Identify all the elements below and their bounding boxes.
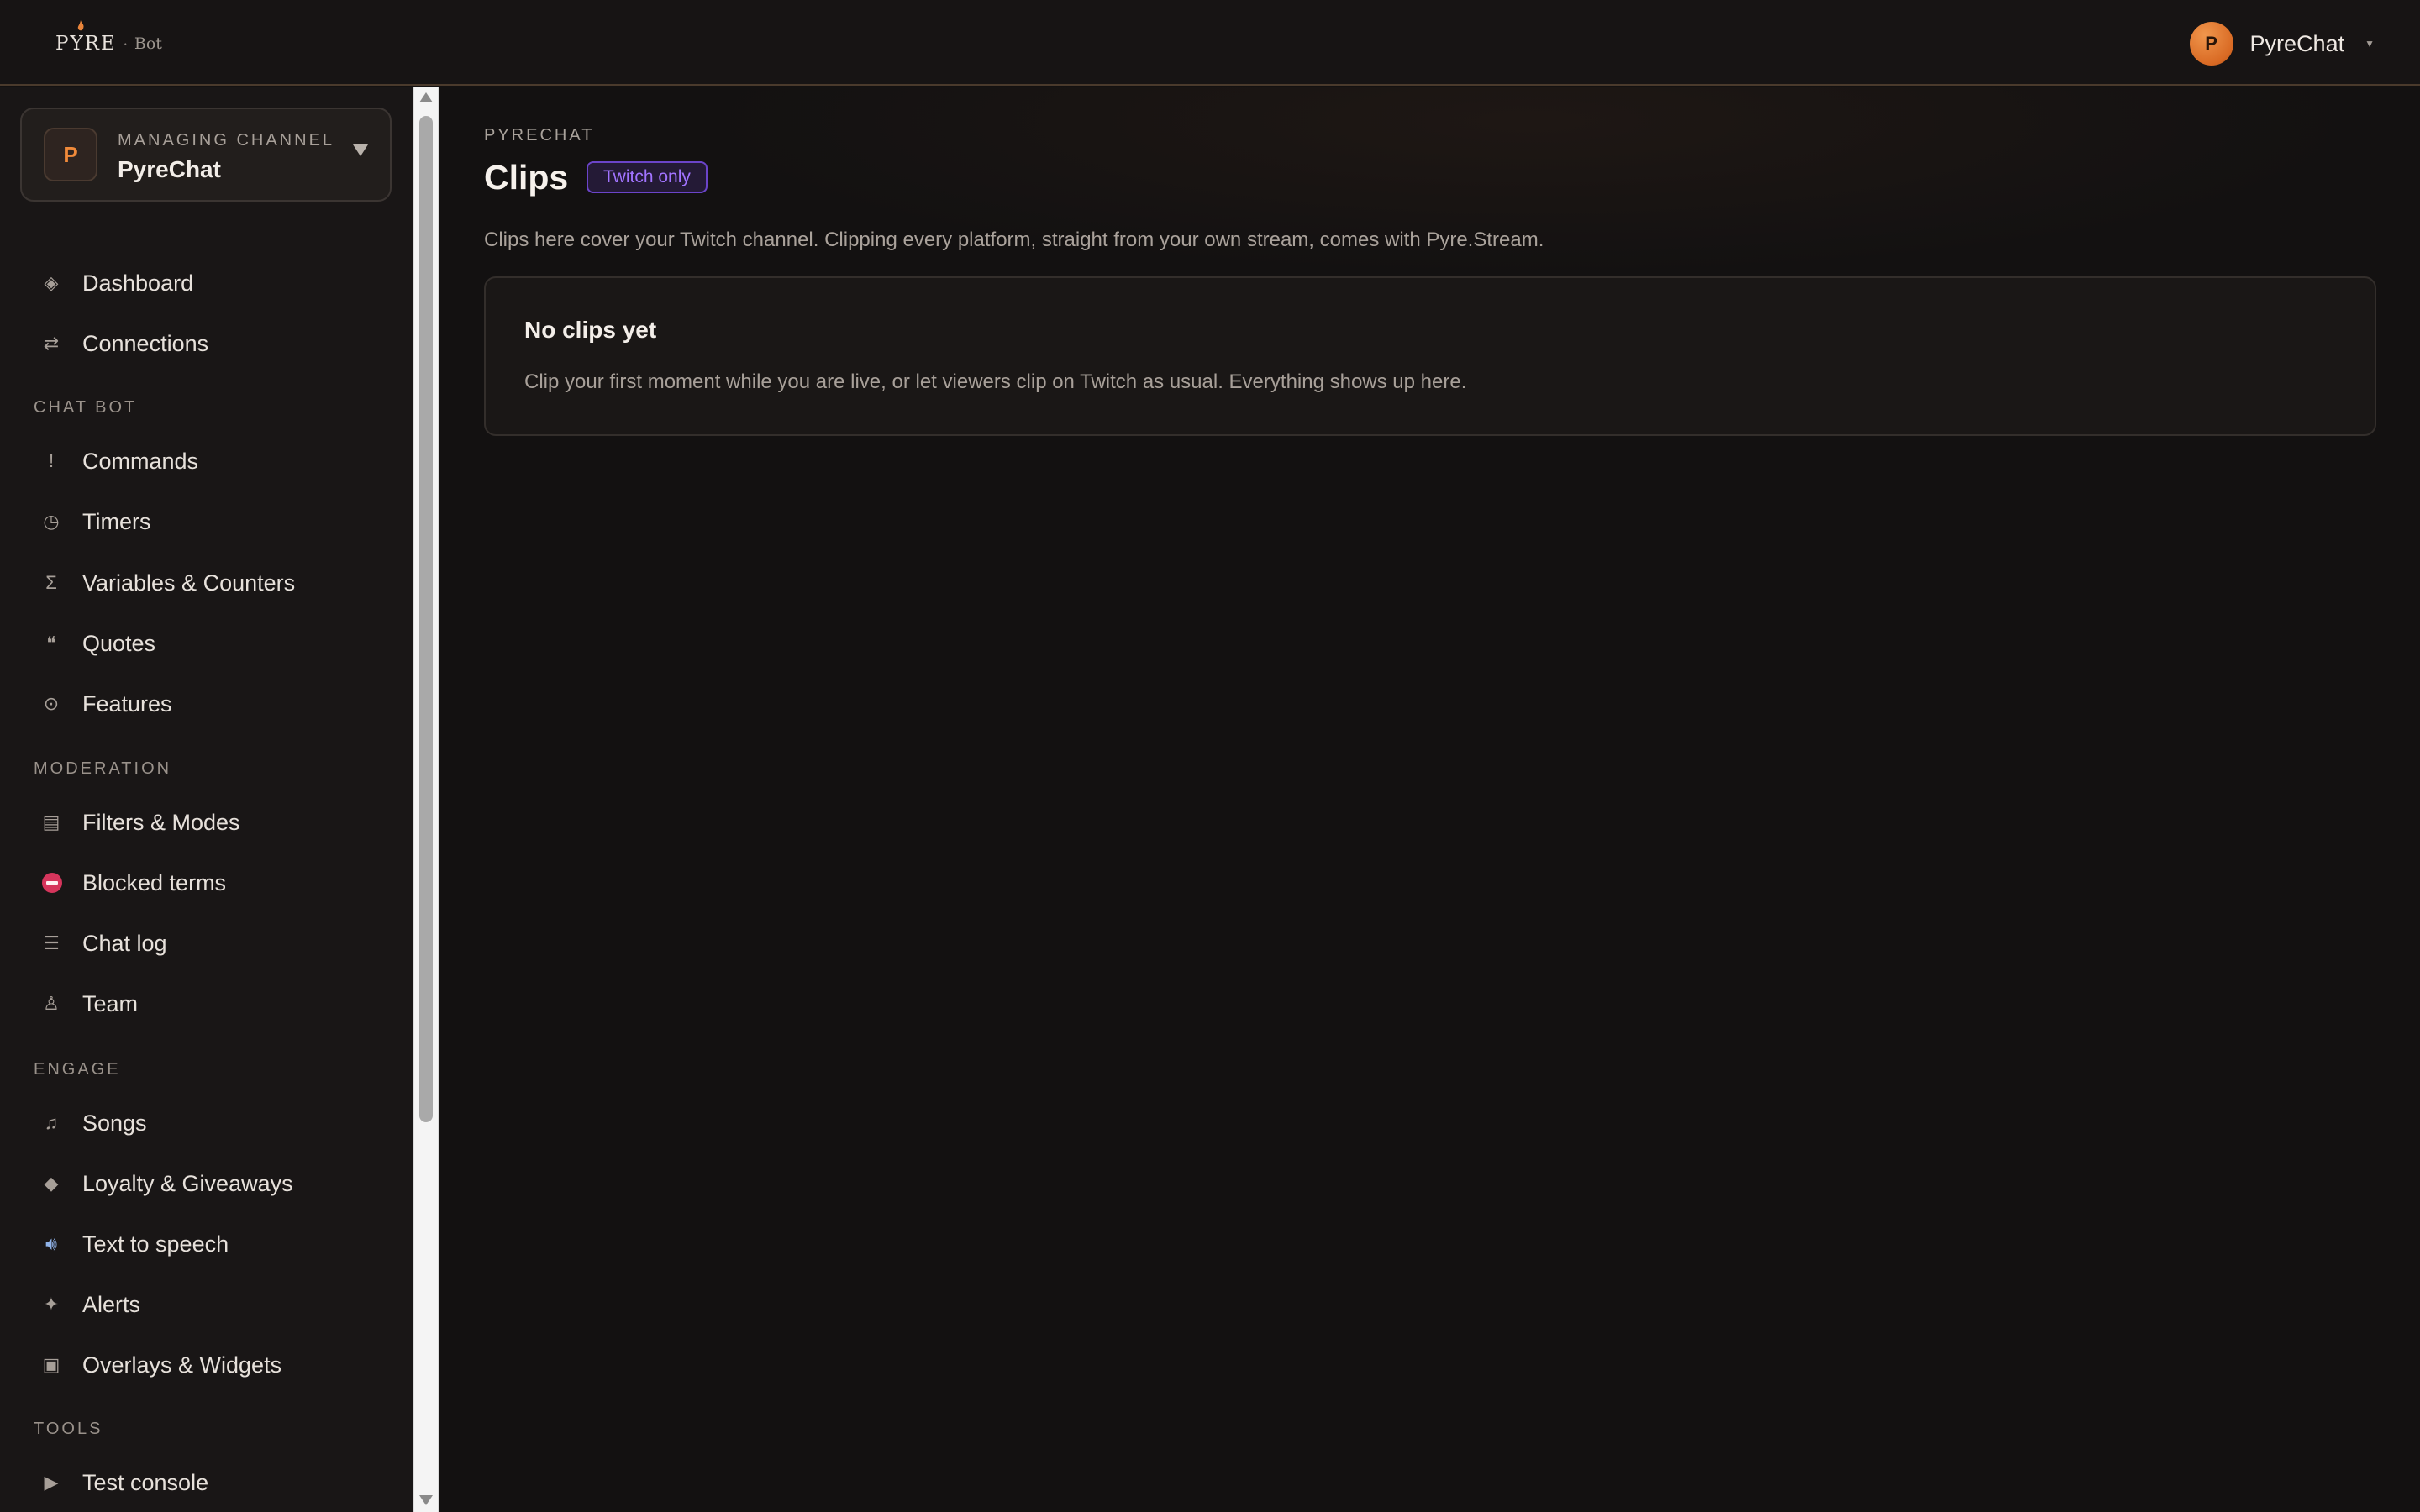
twitch-only-badge: Twitch only	[587, 161, 708, 193]
sidebar-item-label: Connections	[82, 330, 209, 356]
sidebar-item-label: Variables & Counters	[82, 570, 296, 596]
sidebar-item-label: Commands	[82, 448, 199, 474]
no-entry-icon	[42, 873, 62, 893]
sidebar-item-label: Songs	[82, 1110, 147, 1136]
sidebar-item-filters[interactable]: ▤ Filters & Modes	[0, 799, 413, 846]
sidebar-item-connections[interactable]: ⇄ Connections	[0, 320, 413, 367]
user-name: PyreChat	[2249, 30, 2345, 56]
logo-wordmark: PYRE	[55, 33, 117, 55]
sidebar-scrollbar[interactable]	[413, 87, 439, 1512]
page-title: Clips	[484, 158, 569, 197]
scroll-up-arrow-icon[interactable]	[419, 92, 433, 102]
scroll-down-arrow-icon[interactable]	[419, 1495, 433, 1505]
sidebar-item-label: Blocked terms	[82, 869, 227, 895]
empty-state-text: Clip your first moment while you are liv…	[524, 370, 1467, 393]
top-bar: PYRE · Bot P PyreChat ▼	[0, 0, 2420, 86]
sidebar-item-label: Dashboard	[82, 270, 194, 296]
section-chat-bot: CHAT BOT	[34, 398, 138, 417]
target-icon: ⊙	[43, 693, 60, 714]
clock-icon: ◷	[43, 511, 60, 532]
section-tools: TOOLS	[34, 1420, 103, 1438]
sidebar-item-label: Chat log	[82, 930, 167, 956]
sidebar-item-commands[interactable]: ! Commands	[0, 438, 413, 485]
section-engage: ENGAGE	[34, 1060, 121, 1079]
page-eyebrow: PYRECHAT	[484, 126, 595, 144]
flame-icon	[77, 20, 84, 31]
swap-arrows-icon: ⇄	[43, 333, 60, 354]
sidebar-item-label: Quotes	[82, 630, 156, 656]
channel-switcher[interactable]: P MANAGING CHANNEL PyreChat	[20, 108, 392, 202]
sidebar-item-quotes[interactable]: ❝ Quotes	[0, 620, 413, 667]
sidebar-item-label: Loyalty & Giveaways	[82, 1170, 293, 1196]
channel-avatar: P	[44, 128, 97, 181]
page-description: Clips here cover your Twitch channel. Cl…	[484, 228, 1544, 251]
lines-icon: ☰	[43, 932, 60, 953]
sidebar-item-label: Test console	[82, 1469, 209, 1495]
sidebar-item-label: Text to speech	[82, 1231, 229, 1257]
chevron-down-icon: ▼	[2365, 38, 2375, 50]
main-content: PYRECHAT Clips Twitch only Clips here co…	[439, 87, 2420, 1512]
speaker-icon: 🔊︎	[45, 1233, 57, 1254]
sidebar-item-dashboard[interactable]: ◈ Dashboard	[0, 260, 413, 307]
square-icon: ▣	[42, 1354, 60, 1375]
sidebar-item-label: Team	[82, 990, 139, 1016]
section-moderation: MODERATION	[34, 759, 172, 778]
sparkle-icon: ✦	[43, 1294, 60, 1315]
sidebar-item-overlays[interactable]: ▣ Overlays & Widgets	[0, 1341, 413, 1389]
gem-icon: ◆	[44, 1173, 59, 1194]
sidebar-item-label: Filters & Modes	[82, 809, 240, 835]
channel-name: PyreChat	[118, 156, 221, 182]
quote-icon: ❝	[46, 633, 56, 654]
sidebar-item-loyalty[interactable]: ◆ Loyalty & Giveaways	[0, 1160, 413, 1207]
scroll-thumb[interactable]	[419, 116, 433, 1122]
sidebar-item-timers[interactable]: ◷ Timers	[0, 498, 413, 545]
sidebar-item-label: Timers	[82, 508, 151, 534]
sidebar-item-test-console[interactable]: ▶ Test console	[0, 1459, 413, 1506]
avatar: P	[2189, 22, 2233, 66]
sidebar-item-features[interactable]: ⊙ Features	[0, 680, 413, 727]
play-icon: ▶	[44, 1472, 59, 1493]
sidebar-item-label: Overlays & Widgets	[82, 1352, 282, 1378]
sidebar-item-label: Alerts	[82, 1291, 141, 1317]
sidebar: P MANAGING CHANNEL PyreChat ◈ Dashboard …	[0, 87, 413, 1512]
caret-down-icon	[353, 144, 368, 156]
sidebar-item-songs[interactable]: ♫ Songs	[0, 1100, 413, 1147]
empty-state-title: No clips yet	[524, 317, 657, 343]
music-note-icon: ♫	[44, 1112, 59, 1133]
logo-product: Bot	[134, 34, 162, 53]
empty-state-card: No clips yet Clip your first moment whil…	[484, 276, 2376, 436]
sidebar-item-chat-log[interactable]: ☰ Chat log	[0, 920, 413, 967]
sigma-icon: Σ	[45, 572, 57, 593]
diamond-icon: ◈	[44, 272, 59, 293]
channel-label: MANAGING CHANNEL	[118, 131, 335, 150]
sidebar-item-label: Features	[82, 690, 172, 717]
sidebar-item-team[interactable]: ♙ Team	[0, 980, 413, 1027]
sidebar-item-blocked-terms[interactable]: Blocked terms	[0, 859, 413, 906]
logo-separator: ·	[123, 35, 128, 52]
filter-icon: ▤	[42, 811, 60, 832]
person-icon: ♙	[43, 993, 60, 1014]
user-menu[interactable]: P PyreChat ▼	[2189, 22, 2375, 66]
sidebar-item-tts[interactable]: 🔊︎ Text to speech	[0, 1221, 413, 1268]
pyre-bot-logo[interactable]: PYRE · Bot	[55, 20, 162, 59]
sidebar-item-alerts[interactable]: ✦ Alerts	[0, 1281, 413, 1328]
exclamation-icon: !	[48, 450, 55, 471]
sidebar-item-variables[interactable]: Σ Variables & Counters	[0, 559, 413, 606]
